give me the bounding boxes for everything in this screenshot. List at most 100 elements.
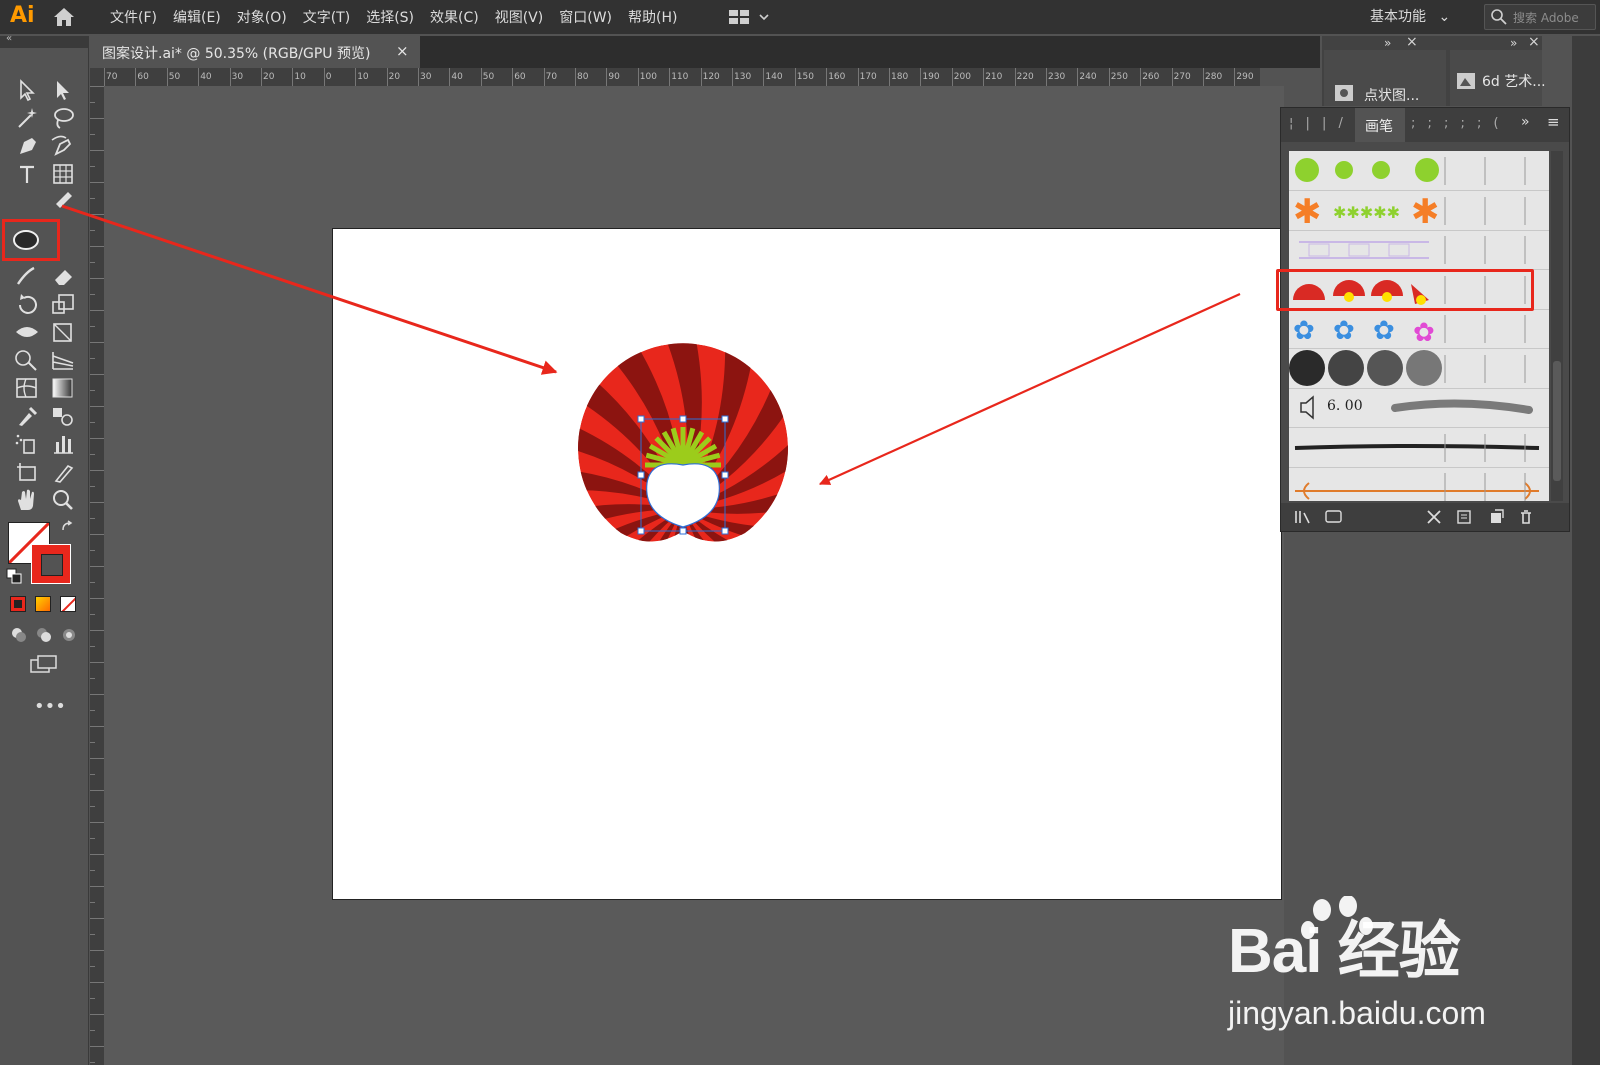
width-tool-icon[interactable] (12, 318, 42, 346)
ruler-tick (90, 390, 95, 391)
direct-selection-tool-icon[interactable] (48, 76, 78, 104)
more-tools-icon[interactable]: ••• (34, 696, 66, 717)
symbol-sprayer-tool-icon[interactable] (12, 430, 42, 458)
selection-handle[interactable] (721, 471, 729, 479)
home-icon[interactable] (52, 6, 76, 28)
brush-row-orange-stars[interactable]: ✱ ✱✱✱✱✱ ✱ (1289, 191, 1549, 232)
magic-wand-tool-icon[interactable] (12, 104, 42, 132)
expand-panels-icon[interactable]: » (1510, 36, 1517, 50)
close-tab-icon[interactable]: × (396, 42, 409, 60)
eraser-tool-icon[interactable] (48, 262, 78, 290)
artboard[interactable] (332, 228, 1282, 900)
remove-brush-stroke-icon[interactable] (1425, 508, 1443, 526)
selection-handle[interactable] (637, 527, 645, 535)
ruler-tick (700, 68, 702, 86)
pen-tool-icon[interactable] (12, 132, 42, 160)
brush-row-purple-scroll[interactable] (1289, 230, 1549, 270)
selection-tool-icon[interactable] (12, 76, 42, 104)
expand-panels-icon[interactable]: » (1384, 36, 1391, 50)
menu-help[interactable]: 帮助(H) (628, 7, 677, 27)
arrange-documents-icon[interactable] (728, 8, 772, 26)
brush-row-blue-flowers[interactable]: ✿ ✿ ✿ ✿ (1289, 309, 1549, 349)
hand-tool-icon[interactable] (12, 486, 42, 514)
screen-mode-icon[interactable] (28, 654, 58, 676)
paintbrush-tool-icon[interactable] (48, 188, 78, 216)
workspace-switcher[interactable]: 基本功能 ⌄ (1370, 6, 1450, 26)
lasso-tool-icon[interactable] (48, 104, 78, 132)
document-tab[interactable]: 图案设计.ai* @ 50.35% (RGB/GPU 预览) × (90, 36, 420, 68)
rotate-tool-icon[interactable] (12, 290, 42, 318)
selection-handle[interactable] (721, 527, 729, 535)
panel-dot-pattern[interactable]: 点状图... (1324, 50, 1446, 106)
artboard-tool-icon[interactable] (12, 458, 42, 486)
selection-handle[interactable] (679, 527, 687, 535)
scroll-thumb[interactable] (1553, 361, 1561, 481)
brush-row-size-6[interactable]: 6. 00 (1289, 388, 1549, 428)
libraries-panel-icon[interactable] (1323, 508, 1345, 526)
curvature-tool-icon[interactable] (48, 132, 78, 160)
brush-options-icon[interactable] (1455, 508, 1473, 526)
menu-select[interactable]: 选择(S) (366, 7, 414, 27)
none-mode-button[interactable] (60, 596, 76, 612)
menu-window[interactable]: 窗口(W) (559, 7, 612, 27)
selection-handle[interactable] (721, 415, 729, 423)
default-colors-icon[interactable] (6, 568, 22, 584)
stroke-swatch[interactable] (31, 544, 71, 584)
perspective-grid-tool-icon[interactable] (48, 346, 78, 374)
new-brush-icon[interactable] (1487, 508, 1505, 526)
artwork-pattern[interactable] (333, 229, 1283, 901)
menu-view[interactable]: 视图(V) (495, 7, 544, 27)
draw-behind-icon[interactable] (35, 626, 53, 644)
gradient-mode-button[interactable] (35, 596, 51, 612)
toolbar-collapse-handle[interactable]: « (0, 33, 88, 48)
color-mode-button[interactable] (10, 596, 26, 612)
ruler-tick (90, 582, 95, 583)
brush-list-scrollbar[interactable] (1551, 151, 1563, 501)
collapsed-tab-icons[interactable]: ¦ | | / (1289, 116, 1347, 131)
swap-fill-stroke-icon[interactable] (60, 520, 76, 536)
trash-icon[interactable] (1517, 508, 1535, 526)
mesh-tool-icon[interactable] (12, 374, 42, 402)
menu-file[interactable]: 文件(F) (110, 7, 157, 27)
shaper-tool-icon[interactable] (12, 262, 42, 290)
menu-effect[interactable]: 效果(C) (430, 7, 479, 27)
ruler-tick (763, 68, 765, 86)
close-panels-icon[interactable]: × (1528, 34, 1540, 50)
brush-row-orange-arrow[interactable] (1289, 467, 1549, 501)
tab-brushes[interactable]: 画笔 (1355, 108, 1405, 142)
eyedropper-tool-icon[interactable] (12, 402, 42, 430)
shape-builder-tool-icon[interactable] (12, 346, 42, 374)
ruler-tick-label: 260 (1142, 72, 1160, 82)
selection-handle[interactable] (637, 415, 645, 423)
search-field[interactable]: 搜索 Adobe (1484, 4, 1596, 30)
ruler-tick (90, 1030, 95, 1031)
column-graph-tool-icon[interactable] (48, 430, 78, 458)
menu-object[interactable]: 对象(O) (237, 7, 287, 27)
free-transform-tool-icon[interactable] (48, 318, 78, 346)
brush-row-green-faces[interactable] (1289, 151, 1549, 191)
expand-panel-icon[interactable]: » (1521, 114, 1530, 130)
draw-normal-icon[interactable] (10, 626, 28, 644)
ellipse-tool-icon[interactable] (11, 226, 43, 254)
brush-library-list[interactable]: ✱ ✱✱✱✱✱ ✱ ✿ ✿ ✿ ✿ 6. 00 (1289, 151, 1549, 501)
grid-tool-icon[interactable] (48, 160, 78, 188)
brush-row-charcoal[interactable] (1289, 428, 1549, 468)
brush-libraries-menu-icon[interactable] (1293, 508, 1315, 526)
brush-row-black-halftone[interactable] (1289, 349, 1549, 389)
selection-handle[interactable] (679, 415, 687, 423)
draw-inside-icon[interactable] (60, 626, 78, 644)
slice-tool-icon[interactable] (48, 458, 78, 486)
blend-tool-icon[interactable] (48, 402, 78, 430)
panel-art-history[interactable]: 6d 艺术... (1450, 50, 1546, 106)
collapsed-tab-icons[interactable]: ; ; ; ; ; ( (1411, 116, 1503, 131)
menu-edit[interactable]: 编辑(E) (173, 7, 221, 27)
gradient-tool-icon[interactable] (48, 374, 78, 402)
menu-type[interactable]: 文字(T) (303, 7, 350, 27)
selection-handle[interactable] (637, 471, 645, 479)
panel-menu-icon[interactable]: ≡ (1547, 113, 1560, 131)
close-panels-icon[interactable]: × (1406, 34, 1418, 50)
scale-tool-icon[interactable] (48, 290, 78, 318)
type-tool-icon[interactable] (12, 160, 42, 188)
zoom-tool-icon[interactable] (48, 486, 78, 514)
ruler-tick (90, 358, 95, 359)
